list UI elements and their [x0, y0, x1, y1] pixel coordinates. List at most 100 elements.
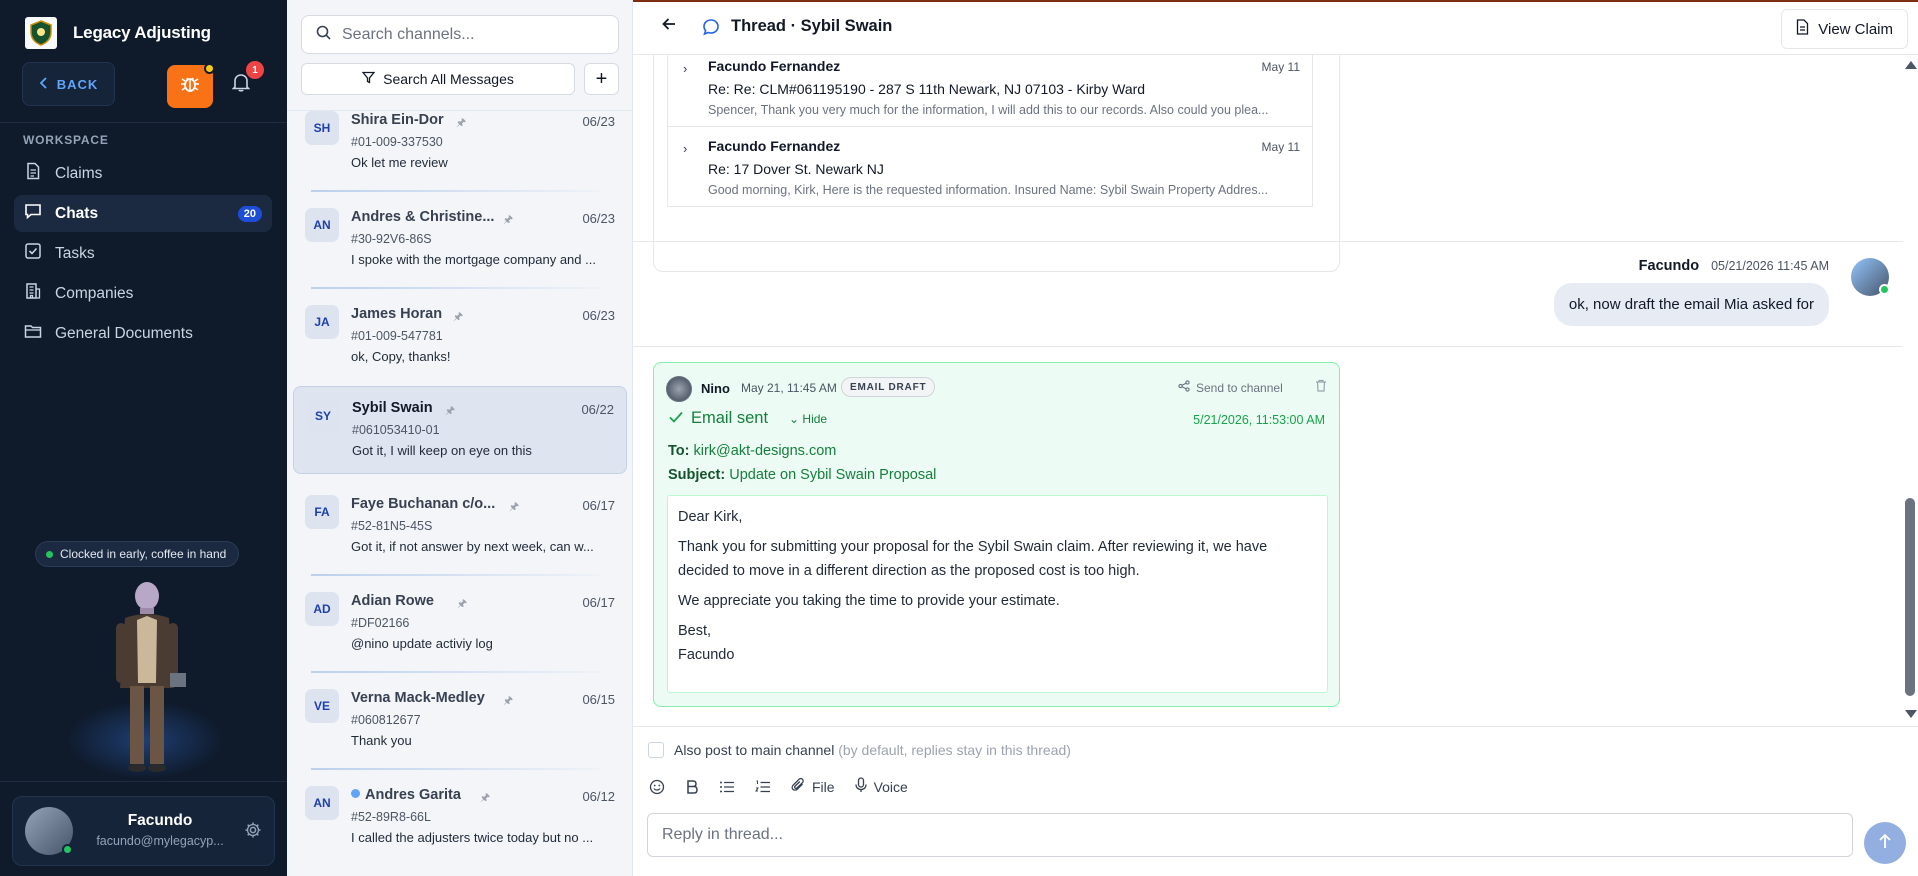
list-separator	[311, 671, 599, 673]
channel-list: SH Shira Ein-Dor 🖈 06/23 #01-009-337530 …	[287, 110, 633, 876]
channel-date: 06/17	[582, 595, 615, 610]
view-claim-button[interactable]: View Claim	[1781, 9, 1908, 49]
sidebar-item-tasks[interactable]: Tasks	[14, 235, 272, 272]
email-draft-badge: EMAIL DRAFT	[841, 377, 936, 397]
pin-icon[interactable]: 🖈	[509, 498, 519, 517]
thread-header: Thread · Sybil Swain View Claim	[633, 0, 1918, 55]
list-item[interactable]: AN Andres Garita 🖈 06/12 #52-89R8-66L I …	[293, 774, 627, 862]
chevron-right-icon[interactable]: ›	[683, 61, 687, 76]
pin-icon[interactable]: 🖈	[456, 114, 466, 133]
voice-button[interactable]: Voice	[854, 777, 908, 796]
pin-icon[interactable]: 🖈	[453, 308, 463, 327]
chevron-right-icon[interactable]: ›	[683, 141, 687, 156]
email-subject-line: Subject: Update on Sybil Swain Proposal	[668, 467, 936, 483]
list-item[interactable]: AN Andres & Christine... 🖈 06/23 #30-92V…	[293, 196, 627, 289]
add-channel-button[interactable]: +	[584, 63, 619, 95]
list-item[interactable]: FA Faye Buchanan c/o... 🖈 06/17 #52-81N5…	[293, 483, 627, 576]
send-to-channel-label: Send to channel	[1196, 380, 1283, 395]
channel-name: Andres & Christine...	[351, 209, 495, 225]
numbered-list-icon[interactable]	[755, 780, 771, 794]
channel-name-row: Andres Garita	[351, 787, 501, 803]
scroll-up-arrow[interactable]	[1905, 61, 1917, 69]
message-time: 05/21/2026 11:45 AM	[1711, 259, 1829, 273]
pin-icon[interactable]: 🖈	[480, 789, 490, 808]
bug-report-button[interactable]	[167, 63, 215, 108]
view-claim-label: View Claim	[1818, 20, 1893, 38]
arrow-left-icon[interactable]	[661, 16, 677, 37]
channel-date: 06/23	[582, 308, 615, 323]
bell-icon	[231, 73, 251, 97]
pin-icon[interactable]: 🖈	[445, 402, 455, 421]
pin-icon[interactable]: 🖈	[503, 692, 513, 711]
thread-chat-icon	[702, 18, 720, 41]
list-item[interactable]: JA James Horan 🖈 06/23 #01-009-547781 ok…	[293, 293, 627, 381]
list-item[interactable]: AD Adian Rowe 🖈 06/17 #DF02166 @nino upd…	[293, 580, 627, 673]
hide-toggle[interactable]: ⌄ Hide	[789, 412, 827, 426]
thread-messages[interactable]: › Facundo Fernandez May 11 Re: Re: CLM#0…	[633, 55, 1918, 726]
channel-date: 06/12	[582, 789, 615, 804]
channel-last-message: Got it, I will keep on eye on this	[352, 443, 532, 458]
channel-code: #52-81N5-45S	[351, 519, 433, 533]
thread-panel: Thread · Sybil Swain View Claim › Facund…	[633, 0, 1918, 876]
also-post-text: Also post to main channel	[674, 742, 835, 758]
scroll-down-arrow[interactable]	[1905, 710, 1917, 718]
channel-search-input[interactable]: Search channels...	[301, 15, 619, 54]
back-button[interactable]: BACK	[22, 62, 115, 106]
chevron-down-icon: ⌄	[789, 412, 800, 426]
list-separator	[311, 574, 599, 576]
list-item[interactable]: VE Verna Mack-Medley 🖈 06/15 #060812677 …	[293, 677, 627, 770]
also-post-option[interactable]: Also post to main channel (by default, r…	[648, 742, 1071, 758]
sidebar-item-chats[interactable]: Chats 20	[14, 195, 272, 232]
bold-icon[interactable]	[685, 779, 699, 795]
emoji-icon[interactable]	[649, 779, 665, 795]
email-row[interactable]: › Facundo Fernandez May 11 Re: 17 Dover …	[667, 126, 1313, 207]
list-separator	[311, 190, 599, 192]
share-icon	[1178, 380, 1190, 395]
user-name: Facundo	[127, 812, 193, 829]
online-status-dot	[46, 550, 53, 558]
notifications-button[interactable]: 1	[228, 61, 264, 98]
sidebar-item-companies[interactable]: Companies	[14, 275, 272, 312]
paperclip-icon	[791, 777, 805, 796]
message-author: Facundo	[1638, 258, 1700, 274]
send-to-channel-button[interactable]: Send to channel	[1178, 380, 1283, 395]
also-post-checkbox[interactable]	[648, 742, 664, 758]
status-pill[interactable]: Clocked in early, coffee in hand	[35, 541, 240, 567]
also-post-hint: (by default, replies stay in this thread…	[838, 742, 1071, 758]
channel-code: #01-009-547781	[351, 329, 443, 343]
email-paragraph: Thank you for submitting your proposal f…	[678, 539, 1268, 579]
thread-scrollbar[interactable]	[1902, 55, 1918, 726]
send-button[interactable]	[1864, 822, 1906, 864]
sidebar-item-label: Tasks	[55, 244, 95, 262]
sidebar-item-general-documents[interactable]: General Documents	[14, 315, 272, 352]
search-all-label: Search All Messages	[383, 71, 514, 87]
email-sent-status: Email sent	[669, 409, 768, 428]
file-label: File	[812, 778, 835, 795]
arrow-up-icon	[1878, 833, 1892, 854]
trash-icon[interactable]	[1315, 379, 1327, 397]
attach-file-button[interactable]: File	[791, 777, 835, 796]
brand[interactable]: Legacy Adjusting	[25, 17, 211, 49]
channel-date: 06/23	[582, 114, 615, 129]
assistant-avatar-figure[interactable]	[90, 578, 205, 778]
bullet-list-icon[interactable]	[719, 780, 735, 794]
email-row[interactable]: › Facundo Fernandez May 11 Re: Re: CLM#0…	[667, 55, 1313, 127]
list-item[interactable]: SH Shira Ein-Dor 🖈 06/23 #01-009-337530 …	[293, 111, 627, 192]
pin-icon[interactable]: 🖈	[457, 595, 467, 614]
reply-input[interactable]: Reply in thread...	[647, 813, 1853, 857]
channel-code: #DF02166	[351, 616, 410, 630]
bug-icon	[180, 74, 200, 99]
search-all-messages-button[interactable]: Search All Messages	[301, 63, 575, 95]
pin-icon[interactable]: 🖈	[503, 211, 513, 230]
gear-icon[interactable]	[244, 821, 262, 844]
sidebar-item-label: Claims	[55, 164, 103, 182]
channel-code: #30-92V6-86S	[351, 232, 432, 246]
user-card[interactable]: Facundo facundo@mylegacyp...	[12, 796, 275, 866]
scrollbar-thumb[interactable]	[1905, 498, 1915, 696]
list-item-selected[interactable]: SY Sybil Swain 🖈 06/22 #061053410-01 Got…	[293, 386, 627, 474]
email-body: Dear Kirk, Thank you for submitting your…	[667, 495, 1328, 693]
email-date: May 11	[1261, 60, 1300, 74]
app-title: Legacy Adjusting	[73, 23, 211, 42]
sidebar-item-claims[interactable]: Claims	[14, 155, 272, 192]
document-icon	[24, 162, 42, 185]
